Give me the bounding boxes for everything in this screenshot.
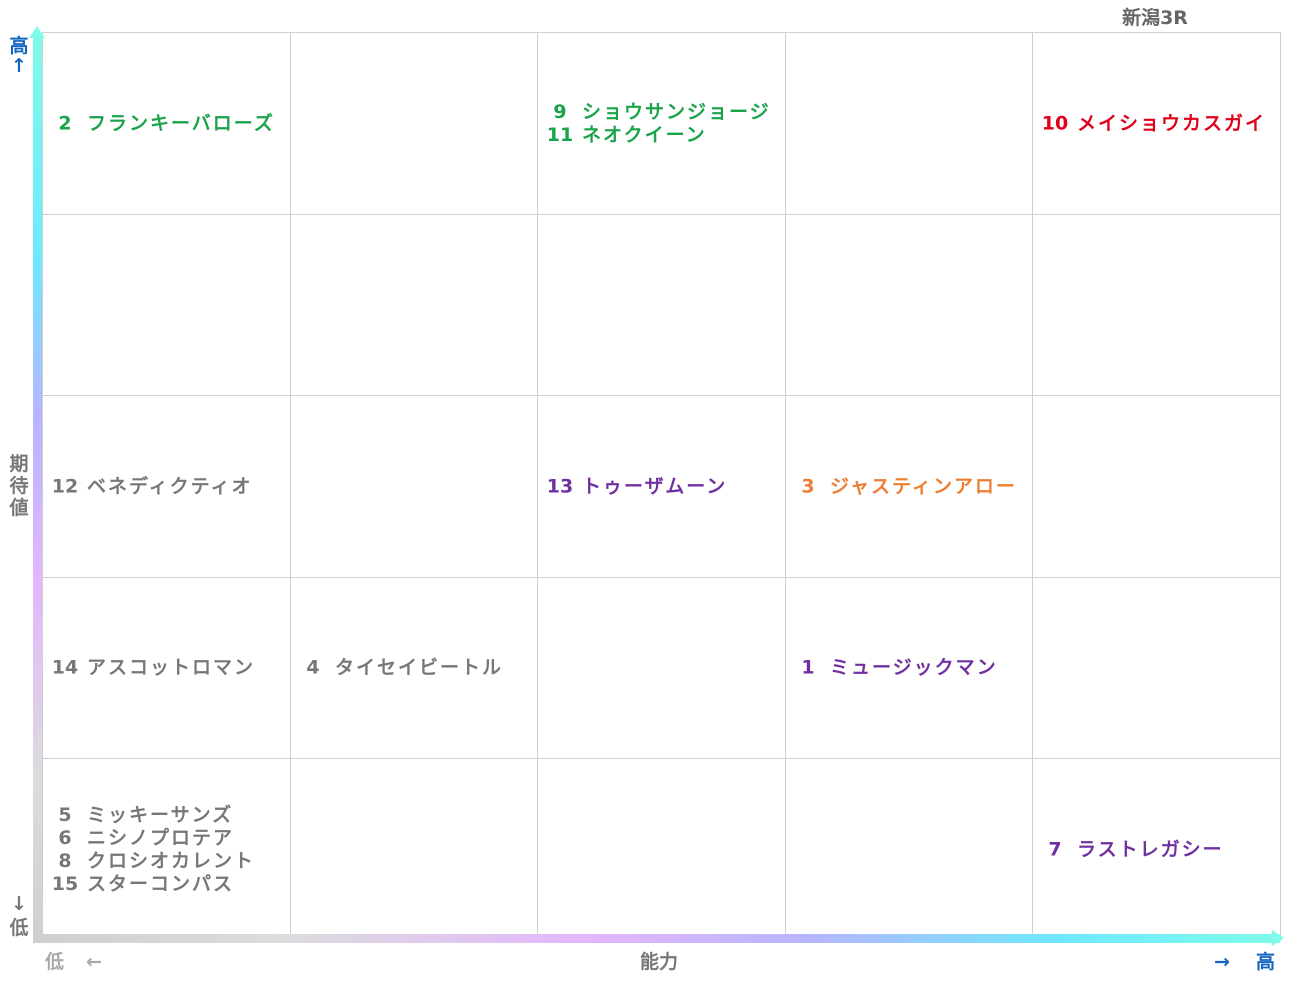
horse-number: 8	[58, 849, 72, 872]
grid-cell	[42, 214, 291, 396]
grid-cell: 9 ショウサンジョージ 11 ネオクイーン	[537, 32, 786, 215]
grid-cell	[1032, 214, 1281, 396]
horse-name: クロシオカレント	[87, 849, 256, 872]
grid-cell	[1032, 395, 1281, 578]
horse-number: 13	[546, 475, 574, 497]
horse-entry: 10 メイショウカスガイ	[1033, 112, 1266, 135]
x-axis-high-label: 高	[1256, 951, 1276, 973]
y-axis-low-label: 低	[9, 917, 29, 939]
y-axis-up-arrow: ↑	[11, 55, 27, 77]
horse-number: 10	[1041, 112, 1069, 134]
horse-entry: 8 クロシオカレント	[43, 850, 255, 873]
grid-cell: 3 ジャスティンアロー	[785, 395, 1033, 578]
horse-entry: 3 ジャスティンアロー	[786, 475, 1017, 498]
y-axis-arrowhead	[29, 26, 45, 38]
horse-number: 7	[1048, 838, 1062, 860]
horse-number: 6	[58, 826, 72, 849]
horse-name: ショウサンジョージ	[582, 100, 771, 123]
cell-entries: 13 トゥーザムーン	[538, 475, 785, 498]
horse-entry: 12 ベネディクティオ	[43, 475, 253, 498]
horse-number: 14	[51, 656, 79, 679]
x-axis-low-label: 低	[45, 951, 65, 973]
horse-name: ベネディクティオ	[87, 475, 253, 497]
horse-entry: 5 ミッキーサンズ	[43, 804, 233, 827]
grid-cell	[1032, 577, 1281, 759]
horse-name: アスコットロマン	[87, 656, 256, 679]
horse-rating-grid: 2 フランキーバローズ 9 ショウサンジョージ 11 ネオクイーン 10 メイショウカスガイ 1…	[42, 32, 1281, 941]
grid-cell	[290, 214, 538, 396]
cell-entries: 10 メイショウカスガイ	[1033, 112, 1280, 135]
cell-entries: 7 ラストレガシー	[1033, 838, 1280, 861]
race-title: 新潟3R	[1122, 7, 1188, 29]
grid-cell: 7 ラストレガシー	[1032, 758, 1281, 941]
x-axis-right-arrow: →	[1214, 951, 1230, 973]
horse-number: 2	[58, 112, 72, 134]
grid-cell	[290, 32, 538, 215]
y-axis-high-label: 高	[9, 35, 29, 57]
horse-number: 1	[801, 656, 815, 679]
horse-name: ラストレガシー	[1077, 838, 1224, 860]
horse-entry: 4 タイセイビートル	[291, 657, 503, 680]
grid-cell	[785, 32, 1033, 215]
cell-entries: 3 ジャスティンアロー	[786, 475, 1032, 498]
horse-entry: 9 ショウサンジョージ	[538, 101, 771, 124]
horse-name: スターコンパス	[87, 872, 235, 895]
cell-entries: 14 アスコットロマン	[43, 657, 290, 680]
x-axis-arrowhead	[1272, 930, 1284, 946]
horse-entry: 7 ラストレガシー	[1033, 838, 1224, 861]
grid-cell	[537, 758, 786, 941]
y-axis-bar	[33, 33, 42, 943]
x-axis-left-arrow: ←	[86, 951, 102, 973]
horse-number: 15	[51, 872, 79, 895]
horse-number: 11	[546, 123, 574, 146]
horse-entry: 13 トゥーザムーン	[538, 475, 727, 498]
y-axis-down-arrow: ↓	[11, 893, 27, 915]
horse-name: ジャスティンアロー	[830, 475, 1017, 497]
horse-entry: 15 スターコンパス	[43, 873, 234, 896]
grid-cell: 14 アスコットロマン	[42, 577, 291, 759]
cell-entries: 5 ミッキーサンズ 6 ニシノプロテア 8 クロシオカレント 15 スターコンパス	[43, 804, 290, 896]
horse-name: ミッキーサンズ	[87, 803, 234, 826]
horse-name: メイショウカスガイ	[1077, 112, 1267, 134]
grid-cell	[785, 758, 1033, 941]
cell-entries: 12 ベネディクティオ	[43, 475, 290, 498]
horse-entry: 11 ネオクイーン	[538, 124, 707, 147]
horse-name: ネオクイーン	[582, 123, 707, 146]
horse-entry: 6 ニシノプロテア	[43, 827, 234, 850]
grid-cell: 4 タイセイビートル	[290, 577, 538, 759]
horse-number: 4	[306, 656, 320, 679]
horse-entry: 1 ミュージックマン	[786, 657, 998, 680]
horse-name: ミュージックマン	[830, 656, 998, 679]
grid-cell: 5 ミッキーサンズ 6 ニシノプロテア 8 クロシオカレント 15 スターコンパス	[42, 758, 291, 941]
horse-entry: 2 フランキーバローズ	[43, 112, 275, 135]
horse-number: 9	[553, 100, 567, 123]
horse-name: ニシノプロテア	[87, 826, 235, 849]
y-axis-name: 期待値	[9, 453, 29, 519]
cell-entries: 2 フランキーバローズ	[43, 112, 290, 135]
grid-cell	[537, 214, 786, 396]
grid-cell: 2 フランキーバローズ	[42, 32, 291, 215]
x-axis-bar	[33, 934, 1280, 943]
grid-cell	[290, 758, 538, 941]
horse-name: タイセイビートル	[335, 656, 504, 679]
horse-name: トゥーザムーン	[582, 475, 728, 497]
cell-entries: 9 ショウサンジョージ 11 ネオクイーン	[538, 101, 785, 147]
grid-cell	[785, 214, 1033, 396]
horse-name: フランキーバローズ	[87, 112, 275, 134]
horse-number: 12	[51, 475, 79, 497]
grid-cell: 1 ミュージックマン	[785, 577, 1033, 759]
horse-entry: 14 アスコットロマン	[43, 657, 255, 680]
cell-entries: 1 ミュージックマン	[786, 657, 1032, 680]
grid-cell	[537, 577, 786, 759]
grid-cell: 13 トゥーザムーン	[537, 395, 786, 578]
grid-cell: 12 ベネディクティオ	[42, 395, 291, 578]
x-axis-name: 能力	[640, 951, 679, 973]
horse-number: 5	[58, 803, 72, 826]
cell-entries: 4 タイセイビートル	[291, 657, 537, 680]
grid-cell	[290, 395, 538, 578]
horse-number: 3	[801, 475, 815, 497]
grid-cell: 10 メイショウカスガイ	[1032, 32, 1281, 215]
